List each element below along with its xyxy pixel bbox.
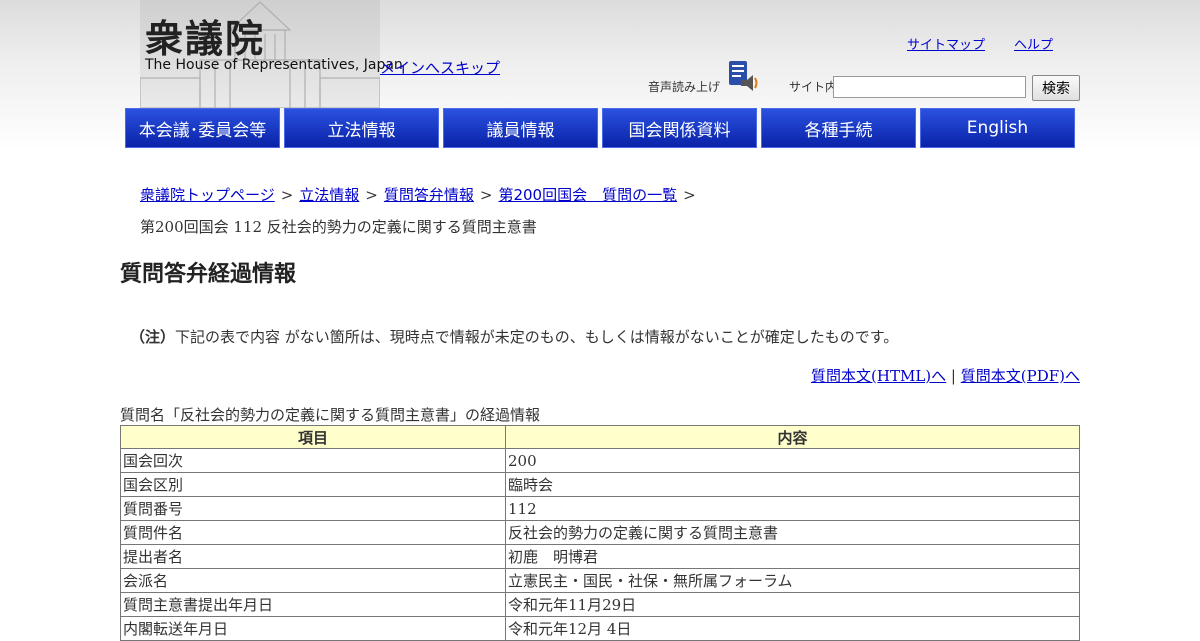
table-cell-content: 反社会的勢力の定義に関する質問主意書 — [505, 520, 1080, 545]
table-row: 内閣転送年月日 令和元年12月 4日 — [120, 616, 1080, 641]
breadcrumb-separator: > — [280, 186, 294, 204]
page-title: 質問答弁経過情報 — [120, 262, 297, 287]
table-header-row: 項目 内容 — [120, 425, 1080, 449]
speaker-icon[interactable] — [727, 60, 761, 94]
breadcrumb-separator: > — [479, 186, 493, 204]
table-cell-content: 令和元年11月29日 — [505, 592, 1080, 617]
nav-member-info[interactable]: 議員情報 — [443, 108, 598, 148]
table-cell-item: 提出者名 — [120, 544, 506, 569]
table-cell-content: 初鹿 明博君 — [505, 544, 1080, 569]
table-row: 質問件名 反社会的勢力の定義に関する質問主意書 — [120, 520, 1080, 545]
voice-readout-label[interactable]: 音声読み上げ — [648, 78, 720, 95]
nav-english[interactable]: English — [920, 108, 1075, 148]
table-cell-item: 会派名 — [120, 568, 506, 593]
site-search-input[interactable] — [833, 76, 1026, 98]
table-cell-content: 令和元年12月 4日 — [505, 616, 1080, 641]
global-navigation: 本会議･委員会等 立法情報 議員情報 国会関係資料 各種手続 English — [125, 108, 1080, 148]
breadcrumb-link-question-list[interactable]: 第200回国会 質問の一覧 — [498, 186, 677, 204]
document-links: 質問本文(HTML)へ | 質問本文(PDF)へ — [811, 365, 1080, 386]
nav-plenary-committees[interactable]: 本会議･委員会等 — [125, 108, 280, 148]
nav-procedures[interactable]: 各種手続 — [761, 108, 916, 148]
nav-diet-materials[interactable]: 国会関係資料 — [602, 108, 757, 148]
table-cell-item: 内閣転送年月日 — [120, 616, 506, 641]
table-cell-item: 国会回次 — [120, 448, 506, 473]
table-caption: 質問名「反社会的勢力の定義に関する質問主意書」の経過情報 — [120, 406, 541, 424]
table-row: 提出者名 初鹿 明博君 — [120, 544, 1080, 569]
table-row: 質問主意書提出年月日 令和元年11月29日 — [120, 592, 1080, 617]
table-cell-content: 立憲民主・国民・社保・無所属フォーラム — [505, 568, 1080, 593]
site-logo-kanji[interactable]: 衆議院 — [145, 8, 265, 63]
search-button[interactable]: 検索 — [1032, 75, 1080, 101]
skip-to-main-link[interactable]: メインへスキップ — [380, 57, 500, 78]
breadcrumb-current: 第200回国会 112 反社会的勢力の定義に関する質問主意書 — [140, 218, 537, 236]
progress-info-table: 項目 内容 国会回次 200 国会区別 臨時会 質問番号 112 質問件名 反社会的勢力… — [120, 425, 1080, 641]
site-logo-english[interactable]: The House of Representatives, Japan — [145, 57, 403, 73]
table-row: 会派名 立憲民主・国民・社保・無所属フォーラム — [120, 568, 1080, 593]
table-cell-content: 臨時会 — [505, 472, 1080, 497]
breadcrumb-link-questions[interactable]: 質問答弁情報 — [384, 186, 474, 204]
nav-legislative-info[interactable]: 立法情報 — [284, 108, 439, 148]
column-header-item: 項目 — [120, 425, 506, 449]
table-cell-item: 質問件名 — [120, 520, 506, 545]
note-text: 下記の表で内容 がない箇所は、現時点で情報が未定のもの、もしくは情報がないことが… — [175, 328, 899, 346]
table-note: （注）下記の表で内容 がない箇所は、現時点で情報が未定のもの、もしくは情報がない… — [130, 326, 898, 347]
breadcrumb-link-legislative[interactable]: 立法情報 — [299, 186, 359, 204]
table-cell-content: 200 — [505, 448, 1080, 473]
table-row: 質問番号 112 — [120, 496, 1080, 521]
link-separator: | — [950, 367, 956, 385]
help-link[interactable]: ヘルプ — [1014, 34, 1053, 53]
site-search-label: サイト内検索 — [789, 80, 833, 94]
sitemap-link[interactable]: サイトマップ — [907, 34, 985, 53]
table-cell-item: 国会区別 — [120, 472, 506, 497]
table-cell-content: 112 — [505, 496, 1080, 521]
table-cell-item: 質問主意書提出年月日 — [120, 592, 506, 617]
breadcrumb-link-top[interactable]: 衆議院トップページ — [140, 186, 275, 204]
question-pdf-link[interactable]: 質問本文(PDF)へ — [961, 367, 1080, 385]
column-header-content: 内容 — [505, 425, 1080, 449]
breadcrumb-separator: > — [683, 186, 696, 204]
question-html-link[interactable]: 質問本文(HTML)へ — [811, 367, 946, 385]
breadcrumb: 衆議院トップページ > 立法情報 > 質問答弁情報 > 第200回国会 質問の一覧 > — [140, 184, 1080, 205]
table-row: 国会回次 200 — [120, 448, 1080, 473]
breadcrumb-separator: > — [365, 186, 378, 204]
table-cell-item: 質問番号 — [120, 496, 506, 521]
table-row: 国会区別 臨時会 — [120, 472, 1080, 497]
note-label: （注） — [130, 328, 176, 346]
